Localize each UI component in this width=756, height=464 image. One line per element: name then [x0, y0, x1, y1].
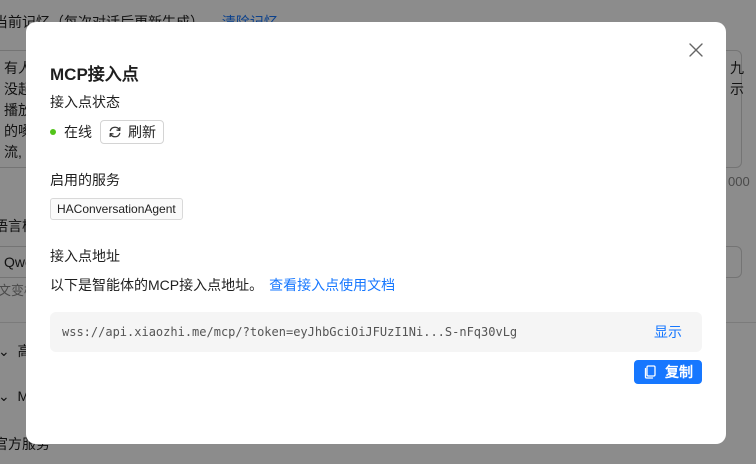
close-icon	[689, 43, 703, 57]
status-row: 在线 刷新	[50, 120, 164, 144]
address-section-label: 接入点地址	[50, 248, 120, 264]
status-value: 在线	[64, 124, 92, 140]
copy-label: 复制	[665, 364, 693, 380]
status-section-label: 接入点状态	[50, 94, 120, 110]
close-button[interactable]	[686, 40, 706, 60]
show-button[interactable]: 显示	[654, 322, 682, 342]
mcp-endpoint-dialog: MCP接入点 接入点状态 在线 刷新 启用的服务 HAConversationA…	[26, 22, 726, 444]
endpoint-url: wss://api.xiaozhi.me/mcp/?token=eyJhbGci…	[62, 325, 518, 339]
refresh-icon	[108, 125, 122, 139]
refresh-button[interactable]: 刷新	[100, 120, 164, 144]
status-dot-icon	[50, 129, 56, 135]
service-tag: HAConversationAgent	[50, 198, 183, 220]
dialog-title: MCP接入点	[50, 65, 139, 84]
address-description-row: 以下是智能体的MCP接入点地址。 查看接入点使用文档	[50, 275, 395, 295]
endpoint-url-box: wss://api.xiaozhi.me/mcp/?token=eyJhbGci…	[50, 312, 702, 352]
services-section-label: 启用的服务	[50, 172, 120, 188]
copy-icon	[643, 365, 657, 379]
copy-button[interactable]: 复制	[634, 360, 702, 384]
usage-doc-link[interactable]: 查看接入点使用文档	[269, 277, 395, 293]
refresh-label: 刷新	[128, 124, 156, 140]
address-description: 以下是智能体的MCP接入点地址。	[50, 277, 264, 293]
